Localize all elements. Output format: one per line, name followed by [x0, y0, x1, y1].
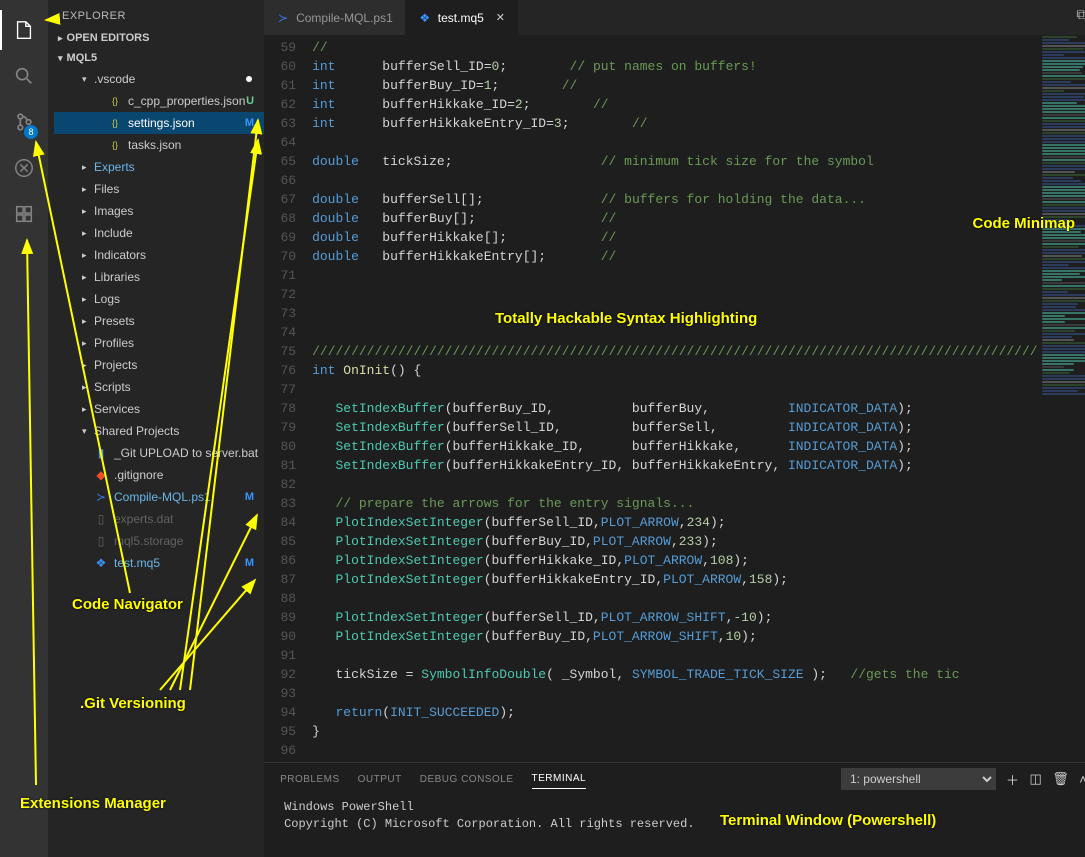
panel-tab-terminal[interactable]: TERMINAL	[532, 769, 587, 789]
close-tab-icon[interactable]: ✕	[496, 11, 505, 24]
folder-services[interactable]: ▸Services	[54, 398, 264, 420]
folder-shared[interactable]: ▾Shared Projects	[54, 420, 264, 442]
panel-tab-problems[interactable]: PROBLEMS	[280, 770, 340, 789]
file-c-cpp-properties[interactable]: ▸c_cpp_properties.jsonU	[54, 90, 264, 112]
folder-experts[interactable]: ▸Experts	[54, 156, 264, 178]
line-gutter: 59 60 61 62 63 64 65 66 67 68 69 70 71 7…	[264, 35, 312, 762]
new-terminal-icon[interactable]: ＋	[1006, 770, 1020, 789]
editor-tabs: ≻ Compile-MQL.ps1 ❖ test.mq5 ✕	[264, 0, 1085, 35]
bat-file-icon: ▮	[94, 446, 108, 460]
folder-scripts[interactable]: ▸Scripts	[54, 376, 264, 398]
panel-tab-output[interactable]: OUTPUT	[358, 770, 402, 789]
sidebar: EXPLORER OPEN EDITORS MQL5 ▾.vscode ▸c_c…	[48, 0, 264, 857]
terminal-output[interactable]: Windows PowerShell Copyright (C) Microso…	[264, 795, 1085, 837]
storage-file-icon: ▯	[94, 534, 108, 548]
tab-label: test.mq5	[438, 11, 484, 25]
tab-label: Compile-MQL.ps1	[296, 11, 393, 25]
activity-explorer-icon[interactable]	[0, 10, 48, 50]
json-file-icon	[108, 96, 122, 106]
editor-body[interactable]: 59 60 61 62 63 64 65 66 67 68 69 70 71 7…	[264, 35, 1085, 762]
file-mql5-storage[interactable]: ▸▯mql5.storage	[54, 530, 264, 552]
folder-files[interactable]: ▸Files	[54, 178, 264, 200]
bottom-panel: PROBLEMS OUTPUT DEBUG CONSOLE TERMINAL 1…	[264, 762, 1085, 857]
file-tree: ▾.vscode ▸c_cpp_properties.jsonU ▸settin…	[48, 68, 264, 574]
json-file-icon	[108, 118, 122, 128]
compare-icon[interactable]: ⧉	[1076, 6, 1085, 23]
activity-search-icon[interactable]	[0, 56, 48, 96]
file-git-upload[interactable]: ▸▮_Git UPLOAD to server.bat	[54, 442, 264, 464]
file-test-mq5[interactable]: ▸❖test.mq5M	[54, 552, 264, 574]
split-terminal-icon[interactable]: ◫	[1029, 771, 1042, 787]
folder-profiles[interactable]: ▸Profiles	[54, 332, 264, 354]
modified-dot-icon	[246, 76, 252, 82]
terminal-select[interactable]: 1: powershell	[841, 768, 996, 790]
dat-file-icon: ▯	[94, 512, 108, 526]
folder-libraries[interactable]: ▸Libraries	[54, 266, 264, 288]
file-compile-mql[interactable]: ▸≻Compile-MQL.ps1M	[54, 486, 264, 508]
scm-badge: 8	[24, 125, 38, 139]
section-open-editors[interactable]: OPEN EDITORS	[48, 28, 264, 48]
mq5-file-icon: ❖	[94, 556, 108, 570]
json-file-icon	[108, 140, 122, 150]
activity-bar: 8	[0, 0, 48, 857]
minimap[interactable]	[1038, 35, 1085, 762]
editor-area: ⧉ ◫ ⋯ ≻ Compile-MQL.ps1 ❖ test.mq5 ✕ 59 …	[264, 0, 1085, 857]
folder-logs[interactable]: ▸Logs	[54, 288, 264, 310]
file-settings-json[interactable]: ▸settings.jsonM	[54, 112, 264, 134]
powershell-file-icon: ≻	[276, 11, 290, 25]
section-mql5[interactable]: MQL5	[48, 48, 264, 68]
folder-presets[interactable]: ▸Presets	[54, 310, 264, 332]
mq5-file-icon: ❖	[418, 11, 432, 25]
folder-vscode[interactable]: ▾.vscode	[54, 68, 264, 90]
powershell-file-icon: ≻	[94, 490, 108, 504]
panel-tab-debug[interactable]: DEBUG CONSOLE	[420, 770, 514, 789]
activity-scm-icon[interactable]: 8	[0, 102, 48, 142]
tab-compile-mql[interactable]: ≻ Compile-MQL.ps1	[264, 0, 406, 35]
code-content[interactable]: // int bufferSell_ID=0; // put names on …	[312, 35, 1038, 762]
tab-test-mq5[interactable]: ❖ test.mq5 ✕	[406, 0, 518, 35]
panel-tabs: PROBLEMS OUTPUT DEBUG CONSOLE TERMINAL 1…	[264, 763, 1085, 795]
activity-extensions-icon[interactable]	[0, 194, 48, 234]
kill-terminal-icon[interactable]: 🗑	[1052, 771, 1069, 787]
sidebar-title: EXPLORER	[48, 0, 264, 28]
gitignore-file-icon: ◆	[94, 468, 108, 482]
file-tasks-json[interactable]: ▸tasks.json	[54, 134, 264, 156]
folder-indicators[interactable]: ▸Indicators	[54, 244, 264, 266]
title-actions: ⧉ ◫ ⋯	[1076, 6, 1085, 23]
folder-images[interactable]: ▸Images	[54, 200, 264, 222]
file-experts-dat[interactable]: ▸▯experts.dat	[54, 508, 264, 530]
file-gitignore[interactable]: ▸◆.gitignore	[54, 464, 264, 486]
folder-include[interactable]: ▸Include	[54, 222, 264, 244]
folder-projects[interactable]: ▸Projects	[54, 354, 264, 376]
collapse-panel-icon[interactable]: ˄	[1079, 772, 1085, 787]
activity-debug-icon[interactable]	[0, 148, 48, 188]
